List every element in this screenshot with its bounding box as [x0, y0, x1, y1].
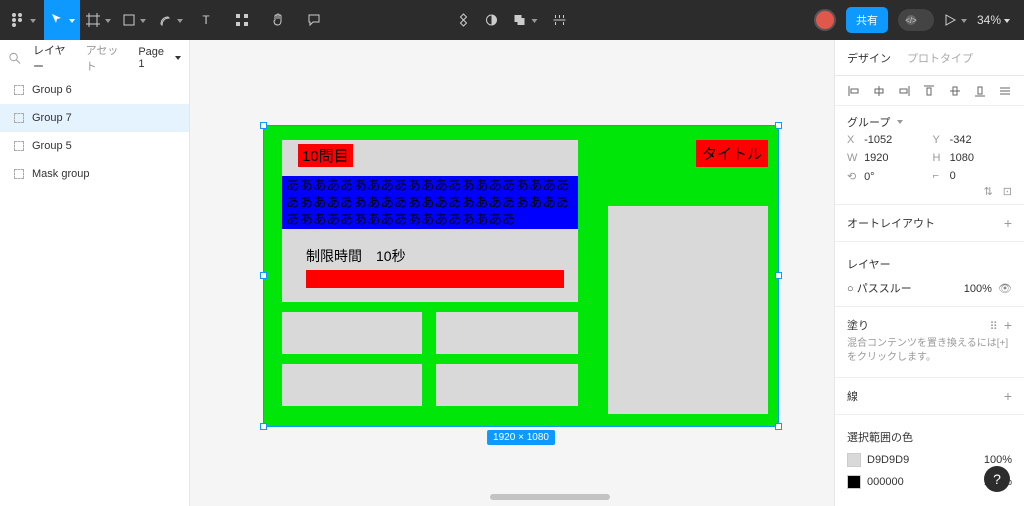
timer-label: 制限時間 10秒: [306, 246, 406, 266]
visibility-icon[interactable]: 👁: [998, 283, 1012, 295]
x-field[interactable]: X -1052: [847, 134, 927, 146]
right-panel: デザイン プロトタイプ グループ X -1052 Y -342 W 1920 H…: [834, 40, 1024, 506]
resize-handle[interactable]: [260, 122, 267, 129]
figma-menu[interactable]: [0, 0, 44, 40]
assets-tab[interactable]: アセット: [86, 42, 127, 74]
page-selector[interactable]: Page 1: [138, 46, 181, 70]
share-button[interactable]: 共有: [846, 7, 888, 33]
radius-field[interactable]: ⌐ 0: [933, 170, 1013, 183]
avatar[interactable]: [814, 9, 836, 31]
group-icon: [14, 85, 24, 95]
question-number-badge: 10問目: [298, 144, 353, 167]
svg-text:T: T: [202, 14, 210, 26]
frame-tool[interactable]: [80, 0, 116, 40]
shape-tool[interactable]: [116, 0, 152, 40]
zoom-level[interactable]: 34%: [977, 13, 1010, 27]
layer-item[interactable]: Mask group: [0, 160, 189, 188]
layer-section-header: レイヤー: [835, 248, 1024, 276]
resize-handle[interactable]: [260, 423, 267, 430]
horizontal-scrollbar[interactable]: [490, 494, 610, 500]
comment-tool[interactable]: [296, 0, 332, 40]
align-hcenter-icon[interactable]: [872, 84, 886, 98]
design-tab[interactable]: デザイン: [847, 50, 891, 66]
link-icon[interactable]: [552, 0, 568, 40]
selected-frame[interactable]: 10問目 あああああああああああああああああああああああああああああああああああ…: [263, 125, 779, 427]
align-right-icon[interactable]: [897, 84, 911, 98]
resize-handle[interactable]: [775, 423, 782, 430]
resize-handle[interactable]: [775, 122, 782, 129]
image-placeholder: [608, 206, 768, 414]
rotation-field[interactable]: ⟲ 0°: [847, 170, 927, 183]
layer-item[interactable]: Group 7: [0, 104, 189, 132]
question-text: ああああああああああああああああああああああああああああああああああああああああ…: [282, 176, 578, 229]
layer-item[interactable]: Group 5: [0, 132, 189, 160]
selection-colors-header: 選択範囲の色: [835, 421, 1024, 449]
devmode-toggle[interactable]: </>: [898, 9, 934, 31]
mask-icon[interactable]: [485, 0, 499, 40]
independent-corners-icon[interactable]: ⊡: [1003, 185, 1012, 198]
group-icon: [14, 113, 24, 123]
fill-note: 混合コンテンツを置き換えるには[+]をクリックします。: [835, 337, 1024, 371]
move-tool[interactable]: [44, 0, 80, 40]
add-stroke-icon[interactable]: +: [1004, 388, 1012, 404]
search-icon[interactable]: [8, 51, 21, 65]
mask-group-icon: [14, 169, 24, 179]
add-autolayout-icon[interactable]: +: [1004, 215, 1012, 231]
answer-box-1: [282, 312, 422, 354]
fill-section-header: 塗り: [847, 317, 869, 333]
group-section-header: グループ: [835, 106, 1024, 134]
resources-tool[interactable]: [224, 0, 260, 40]
timer-bar: [306, 270, 564, 288]
blend-mode-select[interactable]: ○ パススルー: [847, 280, 912, 296]
answer-box-3: [282, 364, 422, 406]
y-field[interactable]: Y -342: [933, 134, 1013, 146]
question-panel: 10問目 あああああああああああああああああああああああああああああああああああ…: [282, 140, 578, 302]
resize-handle[interactable]: [775, 272, 782, 279]
distribute-icon[interactable]: [998, 84, 1012, 98]
component-icon[interactable]: [457, 0, 471, 40]
layer-opacity-field[interactable]: 100%: [964, 283, 992, 295]
resize-handle[interactable]: [260, 272, 267, 279]
title-badge: タイトル: [696, 140, 768, 167]
svg-text:</>: </>: [905, 16, 917, 25]
answer-box-4: [436, 364, 578, 406]
help-button[interactable]: ?: [984, 466, 1010, 492]
canvas[interactable]: 10問目 あああああああああああああああああああああああああああああああああああ…: [190, 40, 834, 506]
layers-tab[interactable]: レイヤー: [33, 42, 74, 74]
present-button[interactable]: [944, 0, 967, 40]
align-left-icon[interactable]: [847, 84, 861, 98]
hand-tool[interactable]: [260, 0, 296, 40]
boolean-icon[interactable]: [513, 0, 538, 40]
layer-item[interactable]: Group 6: [0, 76, 189, 104]
align-vcenter-icon[interactable]: [948, 84, 962, 98]
left-panel: レイヤー アセット Page 1 Group 6 Group 7 Group 5…: [0, 40, 190, 506]
align-tools: [835, 76, 1024, 106]
w-field[interactable]: W 1920: [847, 152, 927, 164]
h-field[interactable]: H 1080: [933, 152, 1013, 164]
prototype-tab[interactable]: プロトタイプ: [907, 50, 973, 66]
group-icon: [14, 141, 24, 151]
align-bottom-icon[interactable]: [973, 84, 987, 98]
fill-style-icon[interactable]: ⠿: [990, 321, 998, 333]
pen-tool[interactable]: [152, 0, 188, 40]
constrain-icon[interactable]: ⇅: [984, 185, 993, 198]
stroke-section-header: 線: [847, 388, 858, 404]
text-tool[interactable]: T: [188, 0, 224, 40]
answer-box-2: [436, 312, 578, 354]
add-fill-icon[interactable]: +: [1004, 317, 1012, 333]
autolayout-section[interactable]: オートレイアウト+: [835, 211, 1024, 235]
align-top-icon[interactable]: [922, 84, 936, 98]
dimensions-badge: 1920 × 1080: [487, 430, 555, 445]
